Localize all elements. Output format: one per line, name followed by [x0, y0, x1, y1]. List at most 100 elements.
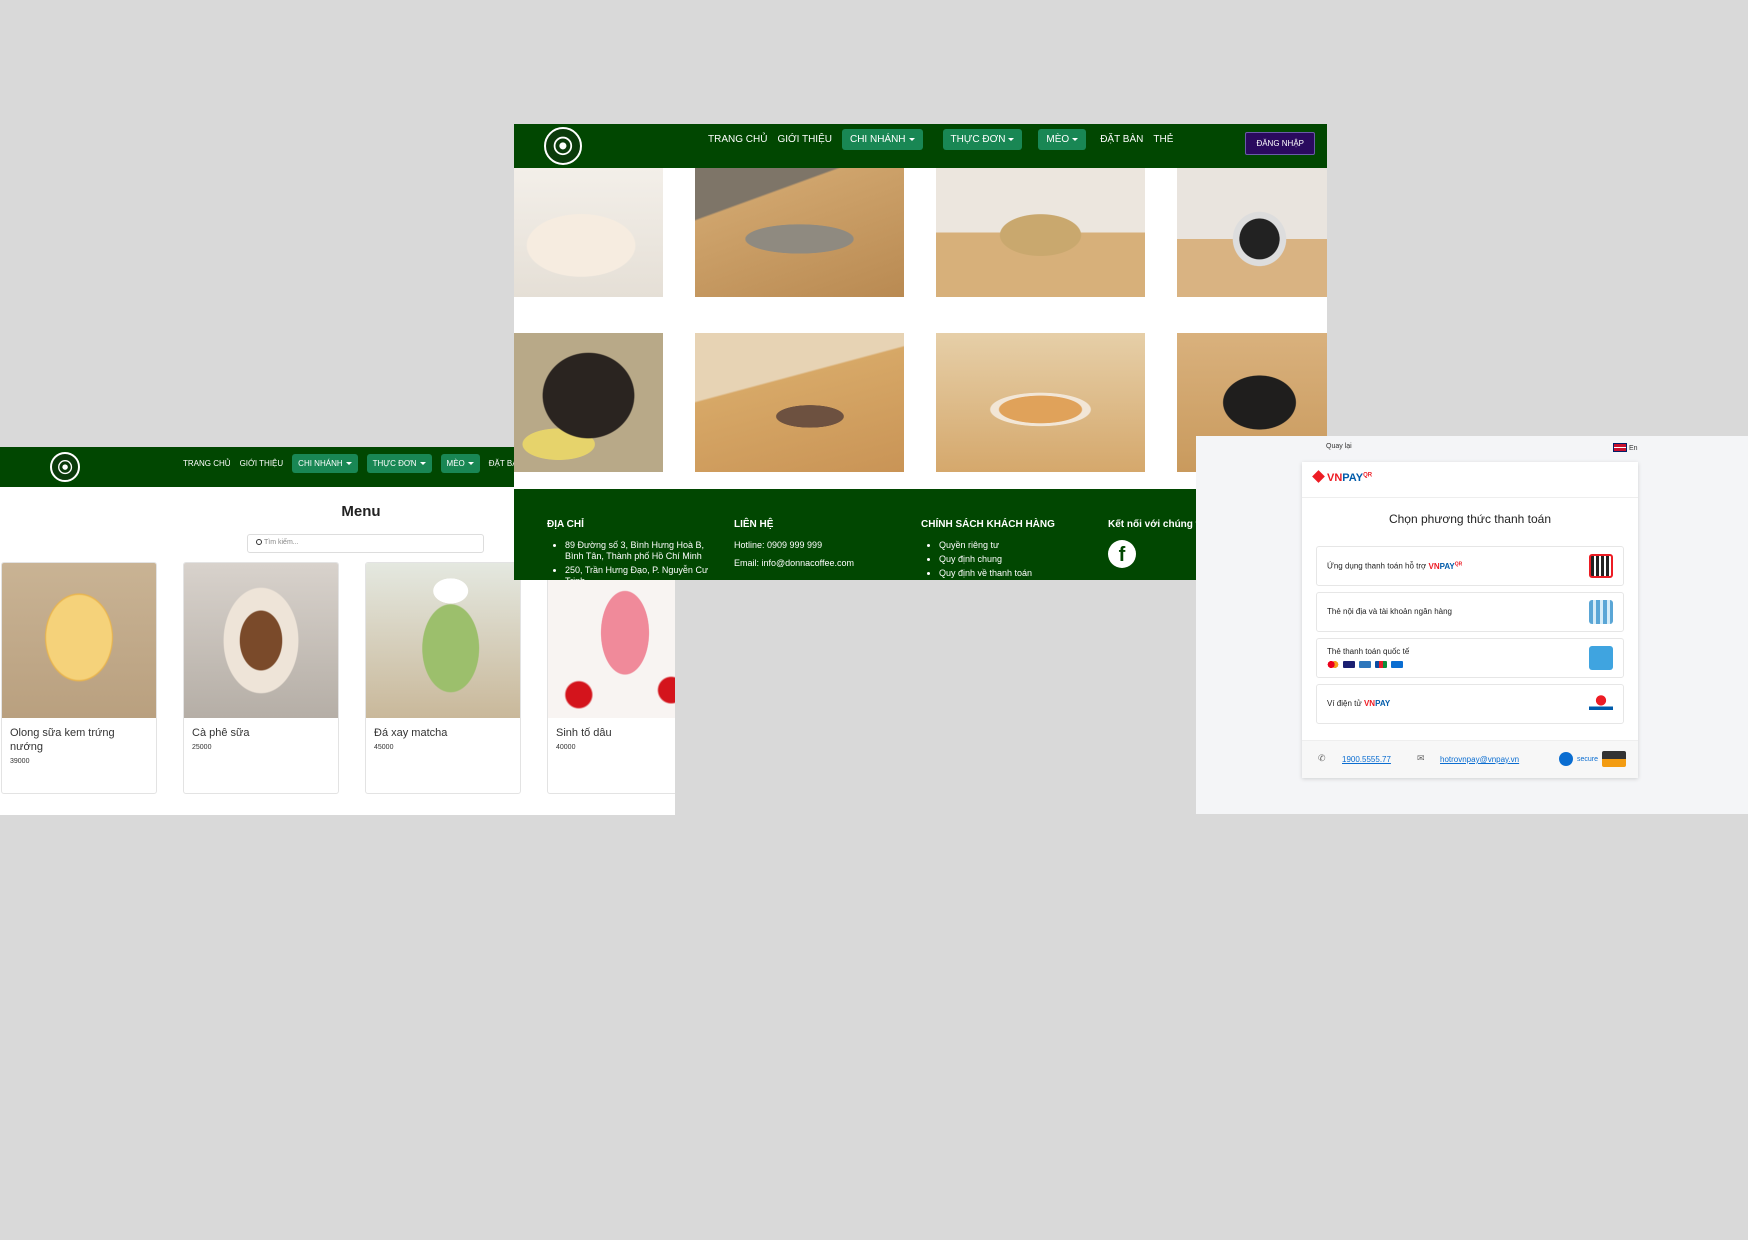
nav-about[interactable]: GIỚI THIỆU — [777, 134, 832, 145]
cat-photo[interactable] — [936, 168, 1145, 297]
product-price: 39000 — [10, 758, 30, 765]
caret-down-icon — [1072, 137, 1079, 141]
cat-photo[interactable] — [695, 168, 904, 297]
policy-link-privacy[interactable]: Quyền riêng tư — [939, 540, 1091, 551]
nav-branches-label: CHI NHÁNH — [298, 459, 343, 468]
product-name: Đá xay matcha — [374, 727, 448, 739]
search-input[interactable]: Tìm kiếm... — [247, 534, 484, 553]
caret-down-icon — [419, 462, 426, 466]
option-label: Thẻ nội địa và tài khoản ngân hàng — [1327, 607, 1452, 616]
mastercard-icon — [1327, 661, 1339, 668]
lock-icon — [1558, 752, 1573, 766]
qr-code-icon — [1589, 554, 1613, 578]
cat-photo[interactable] — [514, 333, 663, 472]
vnpay-logo-qr: QR — [1363, 472, 1373, 479]
cafe-logo[interactable] — [50, 452, 80, 482]
option-label: Thẻ thanh toán quốc tế — [1327, 647, 1410, 656]
nav-cats-dropdown[interactable]: MÈO — [440, 454, 480, 473]
policy-list: Quyền riêng tư Quy định chung Quy định v… — [921, 540, 1091, 579]
policy-link-general[interactable]: Quy định chung — [939, 554, 1091, 565]
login-button[interactable]: ĐĂNG NHẬP — [1245, 132, 1315, 155]
language-switcher[interactable]: En — [1613, 443, 1638, 452]
option-domestic-card[interactable]: Thẻ nội địa và tài khoản ngân hàng — [1316, 592, 1624, 632]
footer-heading: ĐỊA CHỈ — [547, 519, 584, 530]
secure-label: secure — [1576, 755, 1598, 763]
option-ewallet[interactable]: Ví điện tử VNPAY — [1316, 684, 1624, 724]
payment-panel: VNPAYQR Chọn phương thức thanh toán Ứng … — [1302, 462, 1638, 778]
nav-about[interactable]: GIỚI THIỆU — [240, 459, 284, 468]
amex-icon — [1359, 661, 1371, 668]
footer-policy: CHÍNH SÁCH KHÁCH HÀNG Quyền riêng tư Quy… — [921, 519, 1091, 580]
vnpay-logo: VNPAYQR — [1302, 462, 1638, 498]
search-placeholder: Tìm kiếm... — [264, 539, 299, 546]
support-email-link[interactable]: hotrovnpay@vnpay.vn — [1440, 755, 1519, 764]
nav-cats-label: MÈO — [446, 459, 465, 468]
product-card[interactable]: Đá xay matcha 45000 — [365, 562, 521, 794]
cat-navbar: TRANG CHỦ GIỚI THIỆU CHI NHÁNH THỰC ĐƠN … — [514, 124, 1327, 168]
nav-menu-dropdown[interactable]: THỰC ĐƠN — [942, 129, 1023, 150]
visa-icon — [1343, 661, 1355, 668]
product-price: 40000 — [556, 744, 576, 751]
vnpay-logo-pay: PAY — [1342, 472, 1364, 484]
bank-icon — [1589, 600, 1613, 624]
nav-cats-dropdown[interactable]: MÈO — [1038, 129, 1087, 150]
option-label: Ví điện tử VNPAY — [1327, 699, 1390, 708]
cat-logo-icon — [553, 136, 573, 156]
cat-photo[interactable] — [936, 333, 1145, 472]
product-name: Olong sữa kem trứng nướng — [10, 727, 115, 753]
uk-flag-icon — [1613, 443, 1627, 452]
option-international-card[interactable]: Thẻ thanh toán quốc tế — [1316, 638, 1624, 678]
product-name: Cà phê sữa — [192, 727, 250, 739]
facebook-icon[interactable]: f — [1108, 540, 1136, 568]
support-phone-link[interactable]: 1900.5555.77 — [1342, 755, 1391, 764]
nav-branches-dropdown[interactable]: CHI NHÁNH — [841, 129, 923, 150]
caret-down-icon — [908, 137, 915, 141]
jcb-icon — [1375, 661, 1387, 668]
policy-link-payment[interactable]: Quy định về thanh toán — [939, 568, 1091, 579]
option-vnpay-qr-app[interactable]: Ứng dụng thanh toán hỗ trợ VNPAYQR — [1316, 546, 1624, 586]
address-item: 250, Trần Hưng Đạo, P. Nguyễn Cư Trinh — [565, 565, 717, 580]
email-link[interactable]: Email: info@donnacoffee.com — [734, 558, 894, 568]
product-price: 45000 — [374, 744, 394, 751]
footer-address: ĐỊA CHỈ 89 Đường số 3, Bình Hưng Hoà B, … — [547, 519, 717, 580]
nav-home[interactable]: TRANG CHỦ — [183, 459, 231, 468]
vnpay-vn-text: VN — [1428, 561, 1440, 571]
back-link[interactable]: Quay lại — [1326, 443, 1352, 450]
vnpay-diamond-icon — [1312, 470, 1325, 483]
nav-menu-label: THỰC ĐƠN — [950, 134, 1006, 145]
product-card[interactable]: Olong sữa kem trứng nướng 39000 — [1, 562, 157, 794]
credit-card-icon — [1589, 646, 1613, 670]
footer-contact: LIÊN HỆ Hotline: 0909 999 999 Email: inf… — [734, 519, 894, 576]
cafe-logo[interactable] — [544, 127, 582, 165]
card-brand-logos — [1327, 661, 1403, 668]
cat-photo[interactable] — [514, 168, 663, 297]
vnpay-wallet-icon — [1589, 692, 1613, 716]
hotline-text: Hotline: 0909 999 999 — [734, 540, 823, 550]
mail-icon: ✉ — [1417, 753, 1425, 763]
product-card[interactable]: Cà phê sữa 25000 — [183, 562, 339, 794]
cat-photo[interactable] — [1177, 168, 1327, 297]
payment-footer: ✆ 1900.5555.77 ✉ hotrovnpay@vnpay.vn sec… — [1302, 740, 1638, 778]
nav-branches-dropdown[interactable]: CHI NHÁNH — [292, 454, 358, 473]
nav-card[interactable]: THẺ — [1153, 134, 1173, 145]
vnpay-pay-text: PAY — [1375, 699, 1391, 708]
product-card[interactable]: Sinh tố dâu 40000 — [547, 562, 675, 794]
menu-nav-links: TRANG CHỦ GIỚI THIỆU CHI NHÁNH THỰC ĐƠN … — [183, 454, 537, 473]
address-item: 89 Đường số 3, Bình Hưng Hoà B, Bình Tân… — [565, 540, 717, 562]
vnpay-vn-text: VN — [1363, 699, 1376, 708]
cat-photo[interactable] — [695, 333, 904, 472]
nav-menu-dropdown[interactable]: THỰC ĐƠN — [366, 454, 432, 473]
option-app-text: Ứng dụng thanh toán hỗ trợ — [1327, 561, 1427, 571]
secure-badges: secure — [1558, 751, 1626, 767]
caret-down-icon — [467, 462, 474, 466]
footer-heading: LIÊN HỆ — [734, 519, 774, 530]
vnpay-payment-screenshot: Quay lại En VNPAYQR Chọn phương thức tha… — [1196, 436, 1748, 814]
pci-badge-icon — [1602, 751, 1626, 767]
address-list: 89 Đường số 3, Bình Hưng Hoà B, Bình Tân… — [547, 540, 717, 580]
vnpay-brand-text: VNPAYQR — [1428, 561, 1463, 571]
nav-home[interactable]: TRANG CHỦ — [708, 134, 767, 145]
product-image-sinh-to-dau — [548, 563, 675, 718]
product-image-matcha — [366, 563, 520, 718]
nav-booking[interactable]: ĐẶT BÀN — [1100, 134, 1143, 145]
product-image-olong — [2, 563, 156, 718]
